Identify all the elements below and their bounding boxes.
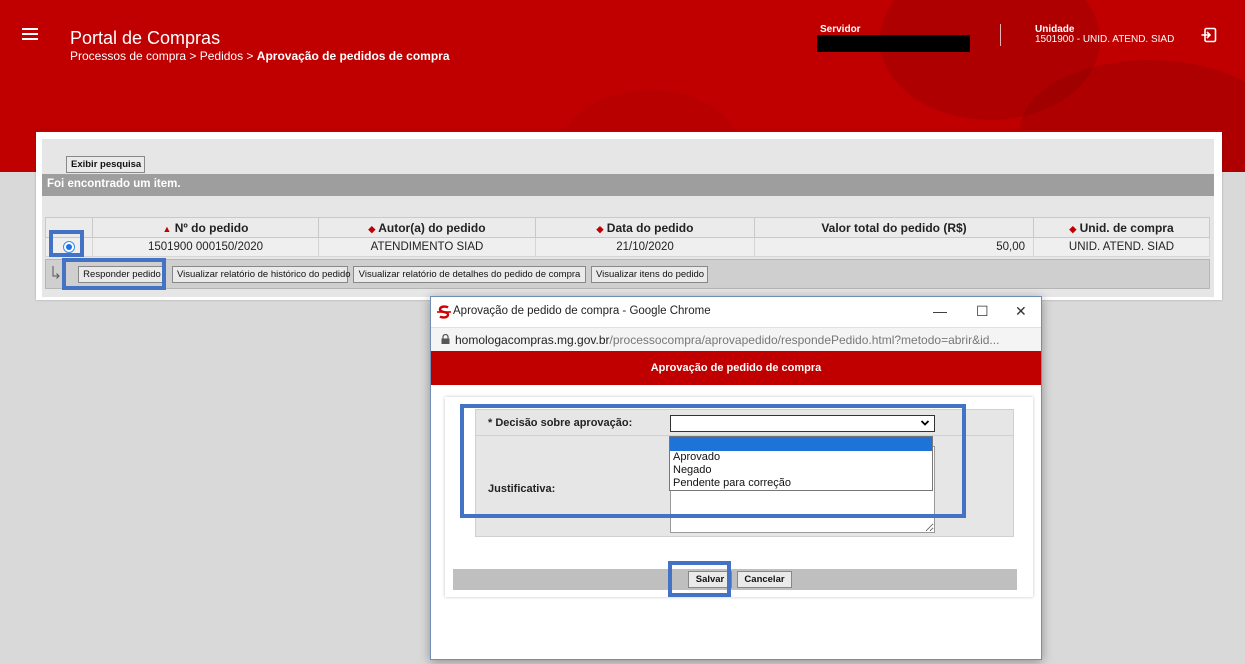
server-name-redacted: [817, 35, 970, 52]
cell-data: 21/10/2020: [535, 237, 755, 257]
view-items-button[interactable]: Visualizar itens do pedido: [591, 266, 708, 283]
corner-arrow-icon: [52, 266, 60, 279]
popup-header: Aprovação de pedido de compra: [431, 351, 1041, 385]
orders-table: ▲ Nº do pedido ◆ Autor(a) do pedido ◆ Da…: [45, 217, 1210, 257]
row-actions-bar: Responder pedido Visualizar relatório de…: [45, 259, 1210, 289]
details-report-button[interactable]: Visualizar relatório de detalhes do pedi…: [353, 266, 586, 283]
results-panel-body: Exibir pesquisa Foi encontrado um item. …: [42, 139, 1214, 297]
breadcrumb-path: Processos de compra > Pedidos >: [70, 49, 257, 63]
sort-asc-icon: ▲: [162, 223, 172, 234]
minimize-icon[interactable]: —: [933, 303, 947, 319]
table-row[interactable]: 1501900 000150/2020 ATENDIMENTO SIAD 21/…: [45, 237, 1210, 257]
dropdown-option-pendente[interactable]: Pendente para correção: [670, 477, 932, 490]
column-header-unidade[interactable]: ◆ Unid. de compra: [1033, 217, 1210, 238]
results-panel: Exibir pesquisa Foi encontrado um item. …: [36, 130, 1222, 300]
column-label: Valor total do pedido (R$): [821, 220, 967, 235]
url-text: homologacompras.mg.gov.br/processocompra…: [455, 333, 999, 347]
column-header-valor: Valor total do pedido (R$): [754, 217, 1034, 238]
cell-unidade: UNID. ATEND. SIAD: [1033, 237, 1210, 257]
breadcrumb-current: Aprovação de pedidos de compra: [256, 49, 450, 63]
url-path: /processocompra/aprovapedido/respondePed…: [609, 333, 1000, 347]
dropdown-option-empty[interactable]: [670, 437, 932, 451]
cancel-button[interactable]: Cancelar: [737, 571, 792, 588]
highlight-box-respond: [62, 258, 166, 290]
maximize-icon[interactable]: ☐: [976, 303, 989, 320]
window-title-bar: Aprovação de pedido de compra - Google C…: [431, 297, 1041, 327]
breadcrumb: Processos de compra > Pedidos > Aprovaçã…: [70, 49, 450, 63]
column-label: Nº do pedido: [174, 220, 249, 235]
highlight-box-radio: [49, 230, 84, 257]
logout-icon[interactable]: [1201, 27, 1217, 43]
server-label: Servidor: [820, 24, 861, 35]
app-title: Portal de Compras: [70, 28, 221, 48]
close-icon[interactable]: ✕: [1015, 303, 1027, 320]
header-divider: [1000, 24, 1001, 46]
sort-icon: ◆: [368, 223, 376, 234]
hamburger-menu-icon[interactable]: [22, 28, 38, 40]
sort-icon: ◆: [1069, 223, 1077, 234]
url-host: homologacompras.mg.gov.br: [455, 333, 610, 347]
column-label: Data do pedido: [606, 220, 694, 235]
column-label: Unid. de compra: [1079, 220, 1174, 235]
column-label: Autor(a) do pedido: [378, 220, 486, 235]
show-search-button[interactable]: Exibir pesquisa: [66, 156, 145, 173]
unit-value: 1501900 - UNID. ATEND. SIAD: [1035, 34, 1175, 45]
address-bar[interactable]: homologacompras.mg.gov.br/processocompra…: [431, 327, 1041, 351]
cell-valor: 50,00: [754, 237, 1034, 257]
popup-footer: Salvar Cancelar: [453, 569, 1017, 590]
highlight-box-save: [668, 561, 731, 597]
column-header-numero[interactable]: ▲ Nº do pedido: [92, 217, 319, 238]
table-header-row: ▲ Nº do pedido ◆ Autor(a) do pedido ◆ Da…: [45, 217, 1210, 238]
result-count-bar: Foi encontrado um item.: [42, 174, 1214, 196]
decision-dropdown-list[interactable]: Aprovado Negado Pendente para correção: [669, 436, 933, 491]
sort-icon: ◆: [596, 223, 604, 234]
window-title: Aprovação de pedido de compra - Google C…: [453, 305, 711, 317]
dropdown-option-negado[interactable]: Negado: [670, 464, 932, 477]
lock-icon: [441, 334, 450, 344]
column-header-data[interactable]: ◆ Data do pedido: [535, 217, 755, 238]
cell-autor: ATENDIMENTO SIAD: [318, 237, 536, 257]
cell-numero: 1501900 000150/2020: [92, 237, 319, 257]
column-header-autor[interactable]: ◆ Autor(a) do pedido: [318, 217, 536, 238]
portal-favicon-icon: [437, 305, 451, 319]
dropdown-option-aprovado[interactable]: Aprovado: [670, 451, 932, 464]
history-report-button[interactable]: Visualizar relatório de histórico do ped…: [172, 266, 351, 283]
